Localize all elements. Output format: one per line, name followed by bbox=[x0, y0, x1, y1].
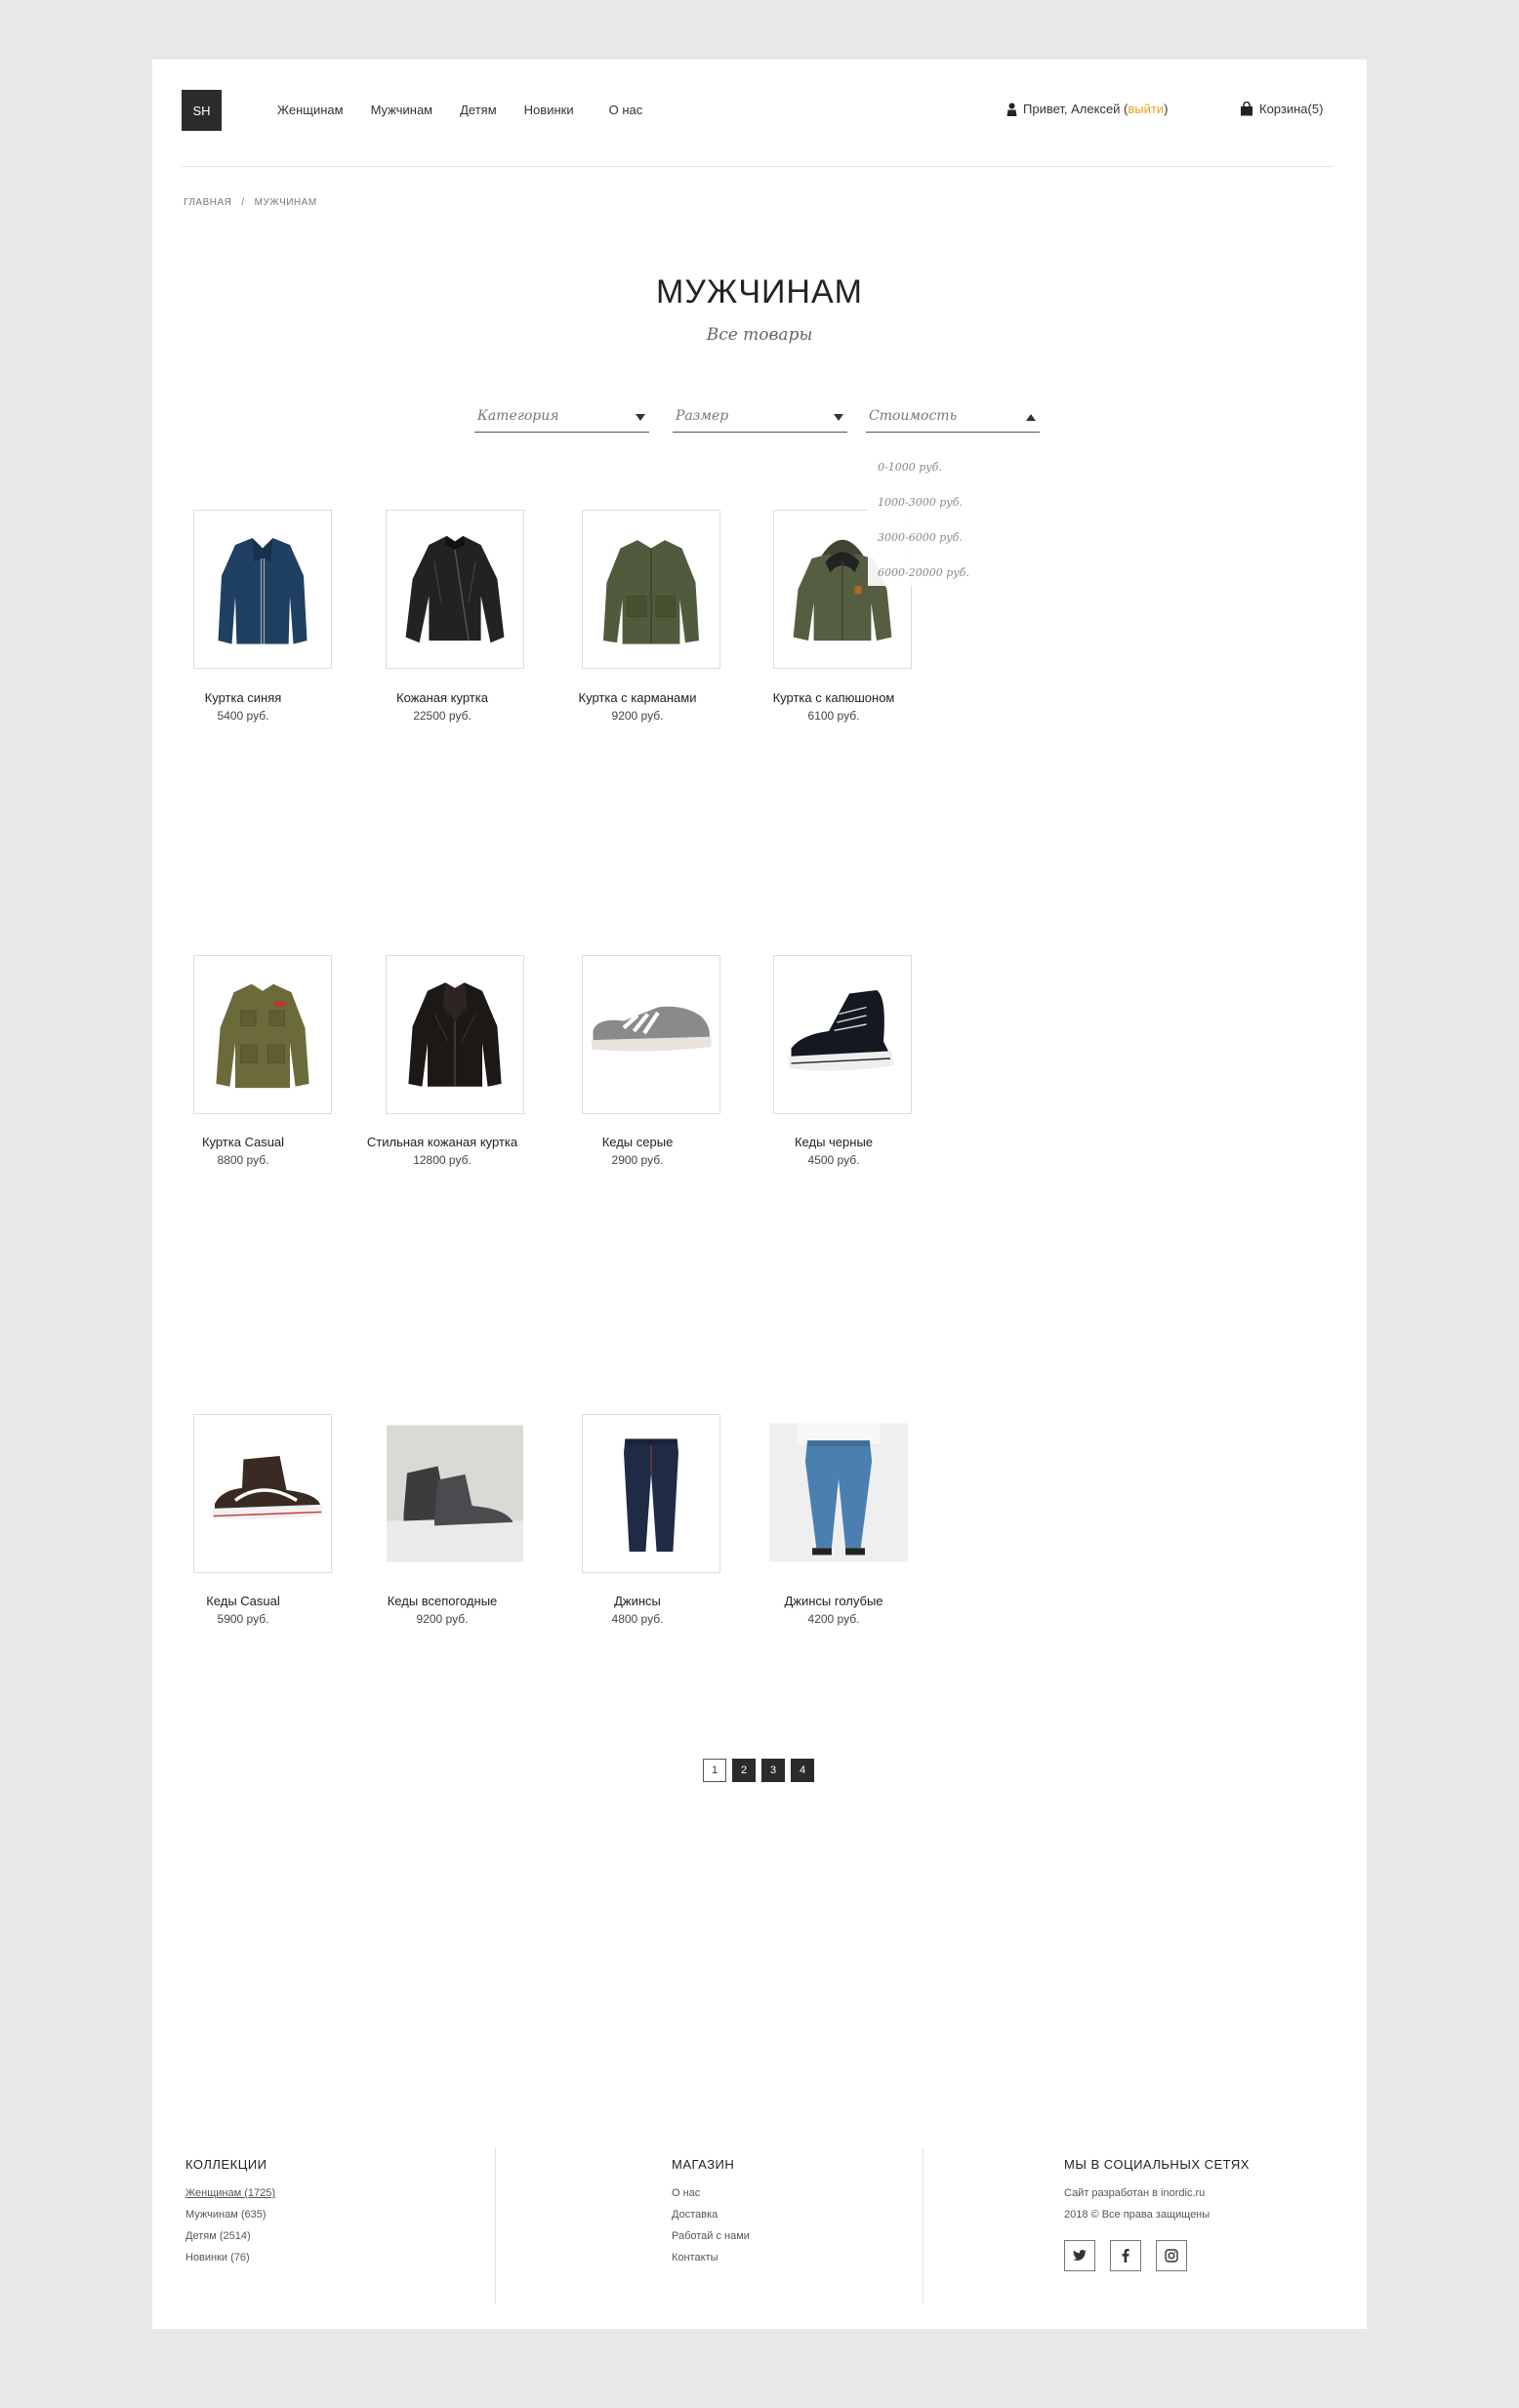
product-name[interactable]: Джинсы bbox=[530, 1594, 745, 1608]
size-filter-label: Размер bbox=[676, 408, 729, 424]
casual-sneakers-image[interactable] bbox=[193, 1414, 332, 1573]
social-icons bbox=[1064, 2240, 1250, 2271]
price-filter[interactable]: Стоимость bbox=[866, 408, 1040, 433]
footer-copyright: 2018 © Все права защищены bbox=[1064, 2209, 1211, 2221]
all-weather-boots-image[interactable] bbox=[386, 1414, 524, 1573]
product-name[interactable]: Кожаная куртка bbox=[335, 690, 550, 705]
breadcrumb-home[interactable]: ГЛАВНАЯ bbox=[184, 197, 231, 208]
black-sneakers-image[interactable] bbox=[773, 955, 912, 1114]
user-icon bbox=[1006, 103, 1017, 116]
footer-link[interactable]: Детям (2514) bbox=[185, 2230, 275, 2242]
product-name[interactable]: Кеды Casual bbox=[136, 1594, 350, 1608]
page-1-button[interactable]: 1 bbox=[703, 1759, 726, 1782]
page: SH Женщинам Мужчинам Детям Новинки О нас… bbox=[152, 60, 1367, 2329]
product-name[interactable]: Куртка синяя bbox=[136, 690, 350, 705]
user-greeting: Привет, Алексей (выйти) bbox=[1006, 102, 1168, 116]
breadcrumb-separator: / bbox=[241, 197, 245, 208]
price-option[interactable]: 0-1000 руб. bbox=[878, 461, 942, 474]
facebook-icon[interactable] bbox=[1110, 2240, 1141, 2271]
blue-jacket-image[interactable] bbox=[193, 510, 332, 669]
footer-shop: МАГАЗИН О нас Доставка Работай с нами Ко… bbox=[672, 2157, 750, 2273]
logo[interactable]: SH bbox=[182, 90, 222, 131]
footer-link[interactable]: Новинки (76) bbox=[185, 2252, 275, 2263]
product-price: 9200 руб. bbox=[611, 709, 664, 723]
category-filter[interactable]: Категория bbox=[474, 408, 649, 433]
nav-women[interactable]: Женщинам bbox=[277, 103, 344, 117]
breadcrumb: ГЛАВНАЯ / МУЖЧИНАМ bbox=[184, 197, 317, 208]
nav-new[interactable]: Новинки bbox=[524, 103, 574, 117]
product-price: 4200 руб. bbox=[807, 1612, 860, 1626]
twitter-icon[interactable] bbox=[1064, 2240, 1095, 2271]
category-filter-label: Категория bbox=[477, 408, 559, 424]
product-price: 22500 руб. bbox=[413, 709, 472, 723]
shopping-bag-icon bbox=[1241, 102, 1252, 116]
footer-link[interactable]: Доставка bbox=[672, 2209, 750, 2221]
cart-link[interactable]: Корзина(5) bbox=[1240, 102, 1323, 116]
product-price: 12800 руб. bbox=[413, 1153, 472, 1167]
instagram-icon[interactable] bbox=[1156, 2240, 1187, 2271]
caret-down-icon bbox=[834, 414, 843, 421]
price-dropdown: 0-1000 руб. 1000-3000 руб. 3000-6000 руб… bbox=[868, 439, 1000, 586]
header-divider bbox=[182, 166, 1334, 167]
caret-up-icon bbox=[1026, 414, 1036, 421]
logout-link[interactable]: выйти bbox=[1128, 102, 1164, 116]
product-price: 9200 руб. bbox=[416, 1612, 469, 1626]
casual-jacket-image[interactable] bbox=[193, 955, 332, 1114]
product-name[interactable]: Кеды всепогодные bbox=[335, 1594, 550, 1608]
footer-divider bbox=[923, 2147, 924, 2304]
product-name[interactable]: Джинсы голубые bbox=[726, 1594, 941, 1608]
product-price: 6100 руб. bbox=[807, 709, 860, 723]
cart-label: Корзина(5) bbox=[1259, 102, 1324, 116]
main-nav: Женщинам Мужчинам Детям Новинки О нас bbox=[277, 103, 642, 117]
price-option[interactable]: 3000-6000 руб. bbox=[878, 531, 963, 544]
page-3-button[interactable]: 3 bbox=[761, 1759, 785, 1782]
stylish-leather-jacket-image[interactable] bbox=[386, 955, 524, 1114]
grey-sneakers-image[interactable] bbox=[582, 955, 720, 1114]
footer-link[interactable]: Работай с нами bbox=[672, 2230, 750, 2242]
size-filter[interactable]: Размер bbox=[673, 408, 847, 433]
product-name[interactable]: Стильная кожаная куртка bbox=[335, 1135, 550, 1149]
pocket-jacket-image[interactable] bbox=[582, 510, 720, 669]
footer-credit: Сайт разработан в inordic.ru bbox=[1064, 2187, 1206, 2199]
leather-jacket-image[interactable] bbox=[386, 510, 524, 669]
nav-kids[interactable]: Детям bbox=[460, 103, 497, 117]
footer-link[interactable]: Контакты bbox=[672, 2252, 750, 2263]
footer-shop-title: МАГАЗИН bbox=[672, 2157, 735, 2172]
footer-link[interactable]: О нас bbox=[672, 2187, 750, 2199]
footer-social-title: МЫ В СОЦИАЛЬНЫХ СЕТЯХ bbox=[1064, 2157, 1250, 2172]
product-price: 8800 руб. bbox=[217, 1153, 269, 1167]
footer-social: МЫ В СОЦИАЛЬНЫХ СЕТЯХ Сайт разработан в … bbox=[1064, 2157, 1250, 2271]
footer-link[interactable]: Мужчинам (635) bbox=[185, 2209, 275, 2221]
dark-jeans-image[interactable] bbox=[582, 1414, 720, 1573]
price-option[interactable]: 6000-20000 руб. bbox=[878, 566, 969, 579]
price-filter-label: Стоимость bbox=[869, 408, 958, 424]
page-title: МУЖЧИНАМ bbox=[656, 273, 863, 311]
greeting-text: Привет, Алексей ( bbox=[1023, 102, 1129, 116]
footer-collections: КОЛЛЕКЦИИ Женщинам (1725) Мужчинам (635)… bbox=[185, 2157, 275, 2273]
product-name[interactable]: Кеды серые bbox=[530, 1135, 745, 1149]
page-subtitle: Все товары bbox=[706, 325, 813, 345]
blue-jeans-image[interactable] bbox=[768, 1407, 909, 1578]
product-price: 2900 руб. bbox=[611, 1153, 664, 1167]
product-price: 4500 руб. bbox=[807, 1153, 860, 1167]
greeting-close: ) bbox=[1164, 102, 1169, 116]
product-price: 5400 руб. bbox=[217, 709, 269, 723]
nav-men[interactable]: Мужчинам bbox=[371, 103, 433, 117]
page-4-button[interactable]: 4 bbox=[791, 1759, 814, 1782]
product-price: 4800 руб. bbox=[611, 1612, 664, 1626]
footer-link[interactable]: Женщинам (1725) bbox=[185, 2187, 275, 2199]
caret-down-icon bbox=[636, 414, 645, 421]
product-name[interactable]: Кеды черные bbox=[726, 1135, 941, 1149]
page-2-button[interactable]: 2 bbox=[732, 1759, 756, 1782]
footer-collections-title: КОЛЛЕКЦИИ bbox=[185, 2157, 267, 2172]
product-price: 5900 руб. bbox=[217, 1612, 269, 1626]
footer-divider bbox=[495, 2147, 496, 2304]
breadcrumb-current: МУЖЧИНАМ bbox=[254, 197, 317, 208]
product-name[interactable]: Куртка с капюшоном bbox=[726, 690, 941, 705]
nav-about[interactable]: О нас bbox=[609, 103, 643, 117]
product-name[interactable]: Куртка Casual bbox=[136, 1135, 350, 1149]
pagination: 1 2 3 4 bbox=[703, 1759, 814, 1782]
price-option[interactable]: 1000-3000 руб. bbox=[878, 496, 963, 509]
product-name[interactable]: Куртка с карманами bbox=[530, 690, 745, 705]
